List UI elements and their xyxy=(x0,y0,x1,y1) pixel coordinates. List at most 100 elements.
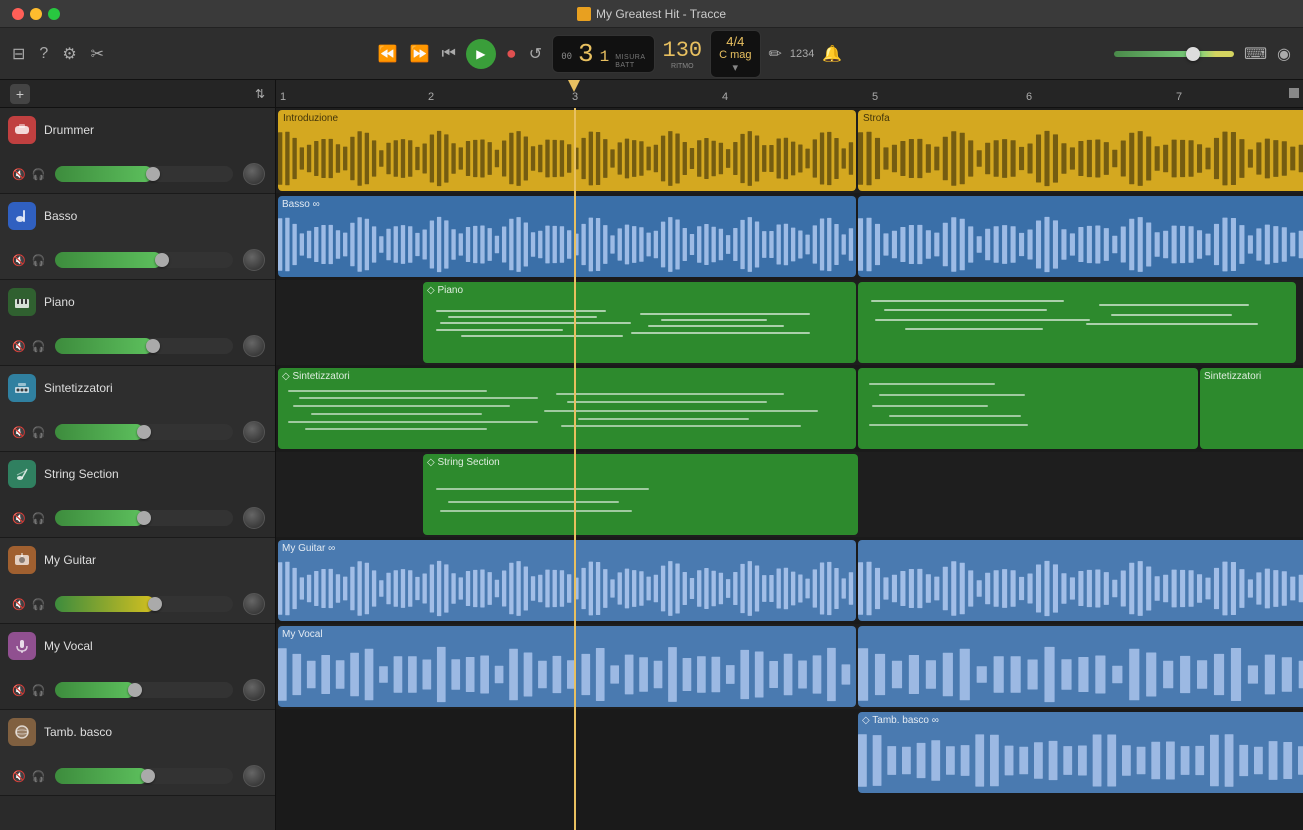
drummer-volume-knob[interactable] xyxy=(243,163,265,185)
pencil-icon[interactable]: ✏ xyxy=(769,44,782,64)
settings-icon[interactable]: ⚙ xyxy=(62,44,76,64)
keyboard-icon[interactable]: ⌨ xyxy=(1244,44,1267,64)
guitar-fader[interactable] xyxy=(55,596,233,612)
track-row-tamb[interactable]: ◇ Tamb. basco ∞ xyxy=(276,710,1303,796)
track-row-synth[interactable]: ◇ Sintetizzatori xyxy=(276,366,1303,452)
play-button[interactable]: ▶ xyxy=(466,39,496,69)
master-volume-slider[interactable] xyxy=(1114,51,1234,57)
library-icon[interactable]: ⊟ xyxy=(12,44,25,64)
piano-fader[interactable] xyxy=(55,338,233,354)
guitar-solo-icon[interactable]: 🎧 xyxy=(32,598,46,611)
ruler[interactable]: 1 2 3 4 5 6 7 xyxy=(276,80,1303,108)
numbers-icon[interactable]: 1234 xyxy=(790,48,814,60)
piano-mute-icon[interactable]: 🔇 xyxy=(12,340,26,353)
app-icon xyxy=(577,7,591,21)
piano-volume-knob[interactable] xyxy=(243,335,265,357)
track-row-guitar[interactable]: My Guitar ∞ My Guitar ∞ xyxy=(276,538,1303,624)
strings-mute-icon[interactable]: 🔇 xyxy=(12,512,26,525)
bpm-display: 130 RITMO xyxy=(663,38,703,70)
strings-track-name: String Section xyxy=(44,467,119,481)
vocal-fader[interactable] xyxy=(55,682,233,698)
strings-clip-1[interactable]: ◇ String Section xyxy=(423,454,858,535)
scissors-icon[interactable]: ✂ xyxy=(91,44,104,64)
vocal-track-name: My Vocal xyxy=(44,639,93,653)
guitar-clip-2[interactable] xyxy=(858,540,1303,621)
synth-clip-3-label: Sintetizzatori xyxy=(1204,371,1261,382)
basso-clip-1[interactable]: Basso ∞ xyxy=(278,196,856,277)
track-item-tamb: Tamb. basco 🔇 🎧 xyxy=(0,710,275,796)
synth-clip-3[interactable]: Sintetizzatori xyxy=(1200,368,1303,449)
drummer-solo-icon[interactable]: 🎧 xyxy=(32,168,46,181)
browser-icon[interactable]: ◉ xyxy=(1277,44,1291,64)
add-track-button[interactable]: + xyxy=(10,84,30,104)
close-button[interactable] xyxy=(12,8,24,20)
guitar-clip-1[interactable]: My Guitar ∞ xyxy=(278,540,856,621)
bass-track-icon xyxy=(8,202,36,230)
basso-solo-icon[interactable]: 🎧 xyxy=(32,254,46,267)
drummer-fader[interactable] xyxy=(55,166,233,182)
fast-forward-button[interactable]: ⏩ xyxy=(408,42,432,66)
vocal-clip-1-label: My Vocal xyxy=(282,629,323,640)
track-row-vocal[interactable]: My Vocal My Vocal xyxy=(276,624,1303,710)
basso-volume-knob[interactable] xyxy=(243,249,265,271)
bars-label: MISURA xyxy=(615,54,645,61)
maximize-button[interactable] xyxy=(48,8,60,20)
position-display: 3 xyxy=(578,39,594,69)
to-start-button[interactable]: ⏮ xyxy=(440,43,458,65)
toolbar-center: ⏪ ⏩ ⏮ ▶ ● ↺ 00 3 1 MISURA BATT 130 RITMO… xyxy=(114,30,1104,78)
vocal-solo-icon[interactable]: 🎧 xyxy=(32,684,46,697)
track-row-drummer[interactable]: Introduzione // Generated inline SVG for… xyxy=(276,108,1303,194)
piano-clip-2[interactable] xyxy=(858,282,1296,363)
tamb-volume-knob[interactable] xyxy=(243,765,265,787)
metronome-icon[interactable]: 🔔 xyxy=(822,44,842,64)
piano-solo-icon[interactable]: 🎧 xyxy=(32,340,46,353)
ruler-mark-2: 2 xyxy=(428,91,434,103)
piano-clip-1[interactable]: ◇ Piano xyxy=(423,282,856,363)
vocal-clip-1[interactable]: My Vocal xyxy=(278,626,856,707)
guitar-volume-knob[interactable] xyxy=(243,593,265,615)
tamb-clip-1-label: ◇ Tamb. basco ∞ xyxy=(862,715,939,726)
track-row-piano[interactable]: ◇ Piano xyxy=(276,280,1303,366)
synth-mute-icon[interactable]: 🔇 xyxy=(12,426,26,439)
basso-mute-icon[interactable]: 🔇 xyxy=(12,254,26,267)
tamb-fader[interactable] xyxy=(55,768,233,784)
tamb-track-icon xyxy=(8,718,36,746)
record-button[interactable]: ● xyxy=(504,41,519,66)
drummer-clip-strofa[interactable]: Strofa xyxy=(858,110,1303,191)
synth-volume-knob[interactable] xyxy=(243,421,265,443)
synth-clip-1[interactable]: ◇ Sintetizzatori xyxy=(278,368,856,449)
bpm-label: RITMO xyxy=(671,63,694,70)
ruler-mark-3: 3 xyxy=(572,91,578,103)
track-row-strings[interactable]: ◇ String Section xyxy=(276,452,1303,538)
drummer-strofa-label: Strofa xyxy=(863,113,890,124)
tamb-solo-icon[interactable]: 🎧 xyxy=(32,770,46,783)
basso-fader[interactable] xyxy=(55,252,233,268)
strings-solo-icon[interactable]: 🎧 xyxy=(32,512,46,525)
strings-track-icon xyxy=(8,460,36,488)
tracks-sort-button[interactable]: ⇅ xyxy=(255,87,265,101)
toolbar: ⊟ ? ⚙ ✂ ⏪ ⏩ ⏮ ▶ ● ↺ 00 3 1 MISURA BATT 1… xyxy=(0,28,1303,80)
tracks-panel: + ⇅ Drummer 🔇 🎧 xyxy=(0,80,276,830)
drummer-mute-icon[interactable]: 🔇 xyxy=(12,168,26,181)
strings-volume-knob[interactable] xyxy=(243,507,265,529)
help-icon[interactable]: ? xyxy=(39,45,48,63)
vocal-clip-2[interactable] xyxy=(858,626,1303,707)
basso-clip-2[interactable] xyxy=(858,196,1303,277)
track-row-basso[interactable]: Basso ∞ Basso ∞ xyxy=(276,194,1303,280)
rewind-button[interactable]: ⏪ xyxy=(376,42,400,66)
minimize-button[interactable] xyxy=(30,8,42,20)
vocal-track-icon xyxy=(8,632,36,660)
strings-fader[interactable] xyxy=(55,510,233,526)
cycle-button[interactable]: ↺ xyxy=(527,42,544,66)
tamb-mute-icon[interactable]: 🔇 xyxy=(12,770,26,783)
synth-solo-icon[interactable]: 🎧 xyxy=(32,426,46,439)
window-controls[interactable] xyxy=(12,8,60,20)
vocal-volume-knob[interactable] xyxy=(243,679,265,701)
vocal-mute-icon[interactable]: 🔇 xyxy=(12,684,26,697)
tamb-clip-1[interactable]: ◇ Tamb. basco ∞ xyxy=(858,712,1303,793)
synth-clip-2[interactable] xyxy=(858,368,1198,449)
drummer-clip-intro[interactable]: Introduzione // Generated inline SVG for… xyxy=(278,110,856,191)
guitar-mute-icon[interactable]: 🔇 xyxy=(12,598,26,611)
time-sig-display[interactable]: 4/4 C mag ▾ xyxy=(710,30,760,78)
synth-fader[interactable] xyxy=(55,424,233,440)
